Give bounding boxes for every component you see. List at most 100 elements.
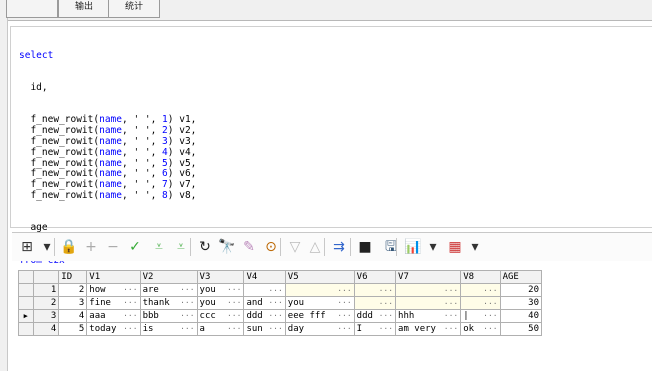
- export-icon[interactable]: ▦: [444, 237, 466, 257]
- cell-editor-button[interactable]: ···: [483, 311, 497, 320]
- cell-editor-button[interactable]: ···: [444, 311, 458, 320]
- cell-v6[interactable]: ddd ···: [353, 309, 397, 323]
- row-indicator[interactable]: [18, 283, 34, 297]
- column-header-id[interactable]: ID: [58, 270, 88, 284]
- filter-down2-icon[interactable]: ⩡: [170, 237, 192, 257]
- cell-editor-button[interactable]: ···: [180, 311, 194, 320]
- cell-editor-button[interactable]: ···: [444, 286, 458, 295]
- column-header-v7[interactable]: V7: [395, 270, 462, 284]
- results-table[interactable]: ID V1 V2 V3 V4 V5 V6 V7 V8 AGE 1 2 how ··· are ··· you ··…: [18, 270, 543, 336]
- save-icon[interactable]: ■: [354, 237, 376, 257]
- data-grid[interactable]: ID V1 V2 V3 V4 V5 V6 V7 V8 AGE 1 2 how ··· are ··· you ··…: [18, 270, 543, 348]
- cell-v5[interactable]: ···: [284, 283, 355, 297]
- column-header-v2[interactable]: V2: [139, 270, 198, 284]
- cell-v4[interactable]: and ···: [243, 296, 286, 310]
- lock-icon[interactable]: 🔒: [58, 237, 80, 257]
- cell-v5[interactable]: eee fff ···: [284, 309, 355, 323]
- cell-editor-button[interactable]: ···: [483, 286, 497, 295]
- cell-v7[interactable]: hhh ···: [395, 309, 462, 323]
- cell-v2[interactable]: bbb ···: [139, 309, 198, 323]
- cell-editor-button[interactable]: ···: [444, 299, 458, 308]
- cell-v8[interactable]: ···: [460, 283, 501, 297]
- find-icon[interactable]: 🔭: [216, 237, 238, 257]
- cell-v7[interactable]: ···: [395, 283, 462, 297]
- cell-v4[interactable]: ddd ···: [243, 309, 286, 323]
- filter-up-icon[interactable]: △: [304, 237, 326, 257]
- clear-icon[interactable]: ✎: [238, 237, 260, 257]
- row-indicator[interactable]: ▶: [18, 309, 34, 323]
- link-icon[interactable]: ⇉: [328, 237, 350, 257]
- cell-id[interactable]: 3: [58, 296, 88, 310]
- column-header-v6[interactable]: V6: [353, 270, 397, 284]
- cell-v1[interactable]: fine ···: [86, 296, 141, 310]
- cell-editor-button[interactable]: ···: [444, 324, 458, 333]
- cell-editor-button[interactable]: ···: [123, 298, 137, 307]
- post-icon[interactable]: ✓: [124, 237, 146, 257]
- cell-v4[interactable]: sun ···: [243, 322, 286, 336]
- cell-editor-button[interactable]: ···: [379, 311, 393, 320]
- cell-editor-button[interactable]: ···: [268, 311, 282, 320]
- cell-editor-button[interactable]: ···: [227, 285, 241, 294]
- cell-v7[interactable]: am very ···: [395, 322, 462, 336]
- cell-v1[interactable]: how ···: [86, 283, 141, 297]
- column-header-v4[interactable]: V4: [243, 270, 286, 284]
- cell-v2[interactable]: thank ···: [139, 296, 198, 310]
- cell-v1[interactable]: aaa ···: [86, 309, 141, 323]
- table-row[interactable]: 4 5 today ··· is ··· a ··· sun ··· day ··· I ··· am ve…: [18, 322, 543, 336]
- cell-editor-button[interactable]: ···: [123, 311, 137, 320]
- cell-editor-button[interactable]: ···: [227, 298, 241, 307]
- cell-v2[interactable]: is ···: [139, 322, 198, 336]
- cell-id[interactable]: 2: [58, 283, 88, 297]
- cell-age[interactable]: 20: [499, 283, 543, 297]
- table-row[interactable]: 1 2 how ··· are ··· you ··· ··· ··· ··· ··· ··· 20: [18, 283, 543, 297]
- cell-v6[interactable]: ···: [353, 296, 397, 310]
- cell-v3[interactable]: you ···: [196, 296, 245, 310]
- print-icon[interactable]: 🖫: [380, 237, 402, 257]
- query-by-example-icon[interactable]: ⊙: [260, 237, 282, 257]
- tab-sql[interactable]: [6, 0, 58, 18]
- remove-icon[interactable]: −: [102, 237, 124, 257]
- cell-v5[interactable]: you ···: [284, 296, 355, 310]
- cell-id[interactable]: 5: [58, 322, 88, 336]
- filter-icon[interactable]: ▽: [284, 237, 306, 257]
- column-header-v3[interactable]: V3: [196, 270, 245, 284]
- column-header-age[interactable]: AGE: [499, 270, 543, 284]
- cell-v3[interactable]: a ···: [196, 322, 245, 336]
- cell-editor-button[interactable]: ···: [227, 324, 241, 333]
- cell-editor-button[interactable]: ···: [483, 324, 497, 333]
- table-row[interactable]: 2 3 fine ··· thank ··· you ··· and ··· you ··· ··· ··…: [18, 296, 543, 310]
- cell-editor-button[interactable]: ···: [180, 298, 194, 307]
- export-dropdown-icon[interactable]: ▾: [464, 237, 486, 257]
- cell-age[interactable]: 30: [499, 296, 543, 310]
- cell-editor-button[interactable]: ···: [379, 286, 393, 295]
- cell-v1[interactable]: today ···: [86, 322, 141, 336]
- cell-v2[interactable]: are ···: [139, 283, 198, 297]
- cell-v6[interactable]: ···: [353, 283, 397, 297]
- cell-v3[interactable]: you ···: [196, 283, 245, 297]
- sql-editor[interactable]: select id, f_new_rowit(name, ' ', 1) v1,…: [10, 26, 652, 266]
- cell-editor-button[interactable]: ···: [483, 299, 497, 308]
- cell-v5[interactable]: day ···: [284, 322, 355, 336]
- cell-editor-button[interactable]: ···: [337, 298, 351, 307]
- cell-editor-button[interactable]: ···: [227, 311, 241, 320]
- cell-editor-button[interactable]: ···: [268, 298, 282, 307]
- chart-icon[interactable]: 📊: [402, 237, 424, 257]
- cell-v8[interactable]: ···: [460, 296, 501, 310]
- filter-down-icon[interactable]: ⩡: [148, 237, 170, 257]
- cell-v6[interactable]: I ···: [353, 322, 397, 336]
- column-header-v5[interactable]: V5: [284, 270, 355, 284]
- cell-v8[interactable]: ok ···: [460, 322, 501, 336]
- cell-editor-button[interactable]: ···: [180, 285, 194, 294]
- cell-editor-button[interactable]: ···: [379, 324, 393, 333]
- row-indicator[interactable]: [18, 322, 34, 336]
- tab-statistics[interactable]: 统计: [108, 0, 160, 18]
- cell-age[interactable]: 50: [499, 322, 543, 336]
- cell-v4[interactable]: ···: [243, 283, 286, 297]
- chart-dropdown-icon[interactable]: ▾: [422, 237, 444, 257]
- cell-editor-button[interactable]: ···: [123, 285, 137, 294]
- cell-v8[interactable]: | ···: [460, 309, 501, 323]
- cell-editor-button[interactable]: ···: [268, 324, 282, 333]
- column-header-v8[interactable]: V8: [460, 270, 501, 284]
- row-indicator[interactable]: [18, 296, 34, 310]
- cell-v7[interactable]: ···: [395, 296, 462, 310]
